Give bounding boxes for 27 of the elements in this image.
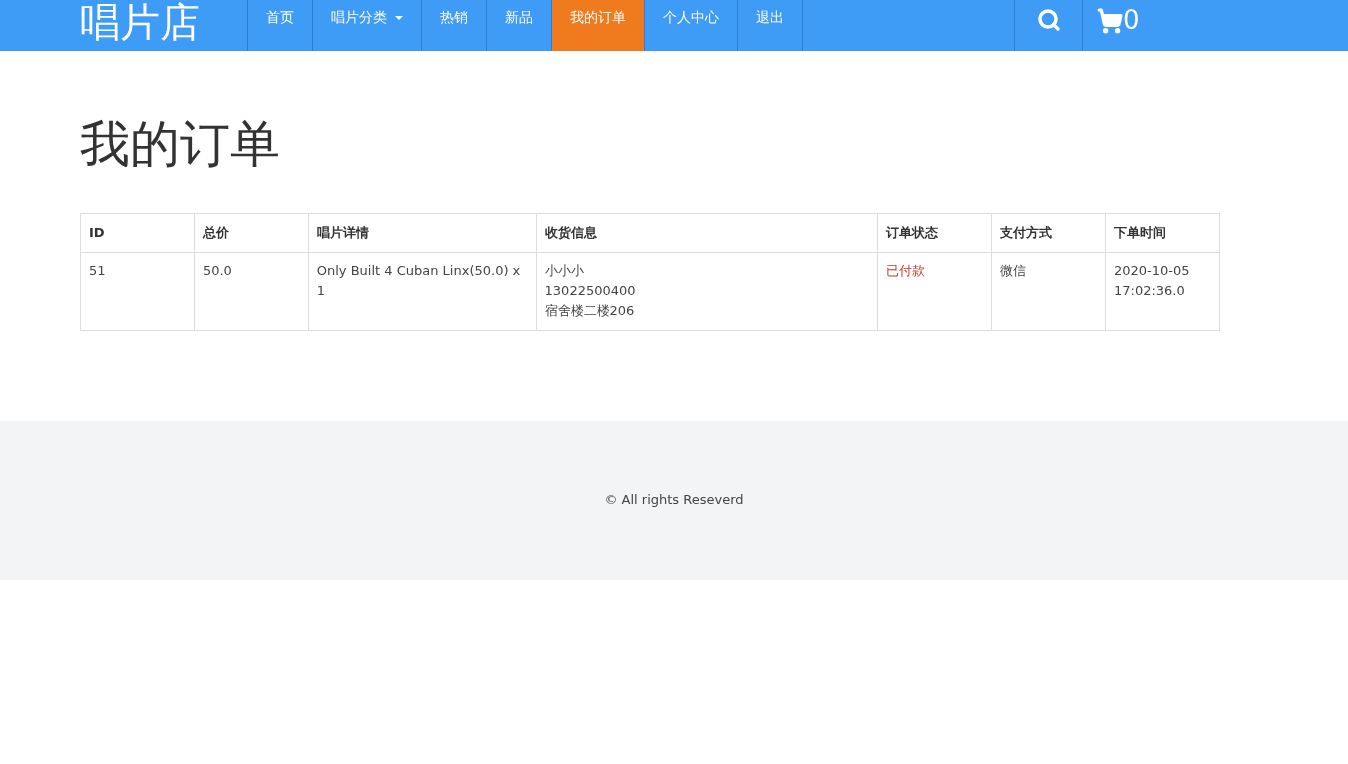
nav-link[interactable]: 退出 — [737, 0, 803, 51]
table-cell: 微信 — [991, 252, 1106, 330]
site-logo[interactable]: 唱片店 — [80, 1, 200, 42]
table-cell: 50.0 — [194, 252, 309, 330]
page-heading: 我的订单 — [80, 119, 281, 169]
table-cell: 小小小 13022500400 宿舍楼二楼206 — [536, 252, 878, 330]
column-header: 下单时间 — [1105, 213, 1220, 252]
cart-button[interactable]: 0 — [1082, 0, 1348, 51]
search-icon — [1036, 7, 1061, 32]
copyright-text: © All rights Reseverd — [604, 491, 744, 510]
table-cell: 2020-10-05 17:02:36.0 — [1105, 252, 1220, 330]
table-cell: 51 — [80, 252, 195, 330]
nav-link[interactable]: 首页 — [247, 0, 312, 51]
nav-link[interactable]: 唱片分类 — [312, 0, 421, 51]
nav-link[interactable]: 我的订单 — [551, 0, 644, 51]
column-header: ID — [80, 213, 195, 252]
column-header: 唱片详情 — [308, 213, 537, 252]
column-header: 收货信息 — [536, 213, 878, 252]
table-cell: Only Built 4 Cuban Linx(50.0) x 1 — [308, 252, 537, 330]
column-header: 订单状态 — [877, 213, 992, 252]
caret-icon — [395, 15, 403, 20]
nav-link[interactable]: 热销 — [421, 0, 486, 51]
column-header: 支付方式 — [991, 213, 1106, 252]
status-cell: 已付款 — [877, 252, 992, 330]
nav-link[interactable]: 个人中心 — [644, 0, 737, 51]
cart-icon — [1097, 7, 1123, 34]
column-header: 总价 — [194, 213, 309, 252]
